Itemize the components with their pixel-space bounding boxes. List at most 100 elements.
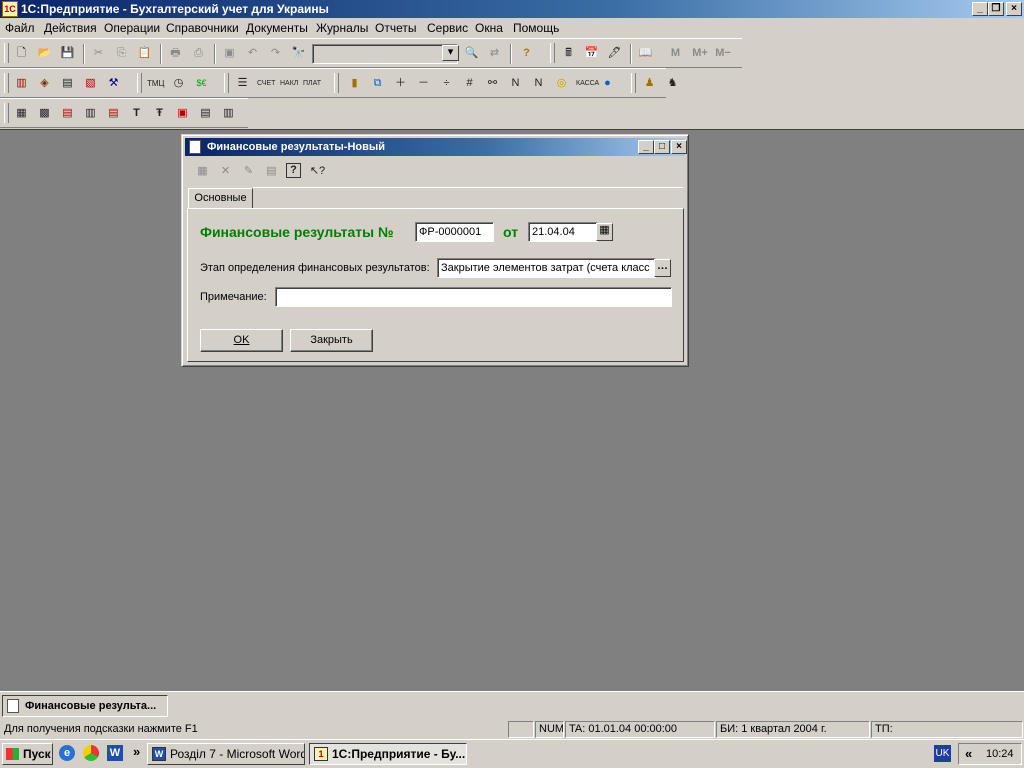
mdi-window-tab[interactable]: Финансовые результа... — [2, 695, 168, 717]
combo-dropdown-button[interactable]: ▾ — [442, 45, 459, 61]
open-folder-icon[interactable]: 📂 — [36, 45, 53, 62]
report-card-icon[interactable]: ▣ — [174, 105, 191, 122]
tmc-icon[interactable]: ТМЦ — [147, 75, 164, 92]
report-chart-icon[interactable]: ▥ — [220, 105, 237, 122]
dialog-title-bar[interactable]: Финансовые результаты-Новый _ □ × — [185, 138, 687, 156]
calendar-picker-button[interactable]: ▦ — [596, 223, 613, 241]
split-icon[interactable]: ÷ — [438, 75, 455, 92]
calculator-icon[interactable]: 🖩 — [560, 45, 577, 62]
coins-icon[interactable]: ◎ — [553, 75, 570, 92]
ok-button[interactable]: OK — [200, 329, 283, 352]
media-player-icon[interactable] — [83, 745, 99, 761]
menu-reports[interactable]: Отчеты — [375, 21, 416, 35]
documents-journal-icon[interactable]: ▧ — [82, 75, 99, 92]
start-button[interactable]: Пуск — [2, 743, 53, 765]
tab-main[interactable]: Основные — [188, 188, 253, 209]
menu-help[interactable]: Помощь — [513, 21, 559, 35]
close-button[interactable]: × — [1006, 2, 1022, 16]
report-checker-icon[interactable]: ▩ — [36, 105, 53, 122]
menu-documents[interactable]: Документы — [246, 21, 308, 35]
link-icon[interactable]: ⚯ — [484, 75, 501, 92]
search-combobox[interactable] — [312, 44, 458, 64]
mark-icon[interactable]: Ν — [507, 75, 524, 92]
dialog-form-icon[interactable]: ▤ — [263, 163, 280, 180]
operations-journal-icon[interactable]: ◈ — [36, 75, 53, 92]
menu-operations[interactable]: Операции — [104, 21, 160, 35]
payment-icon[interactable]: ПЛАТ — [303, 75, 321, 92]
toolbar-grip[interactable] — [137, 73, 142, 93]
menu-file[interactable]: Файл — [5, 21, 35, 35]
copy-icon[interactable]: ⎘ — [113, 45, 130, 62]
tray-expand-button[interactable]: « — [965, 746, 972, 761]
report-t-icon[interactable]: T — [128, 105, 145, 122]
close-dialog-button[interactable]: Закрыть — [290, 329, 373, 352]
people-icon[interactable]: ♞ — [664, 75, 681, 92]
replace-icon[interactable]: ⇄ — [486, 45, 503, 62]
help-icon[interactable]: ? — [518, 45, 535, 62]
stage-field[interactable]: Закрытие элементов затрат (счета класс — [437, 258, 656, 278]
toolbar-grip[interactable] — [224, 73, 229, 93]
quicklaunch-more[interactable]: » — [133, 744, 140, 759]
globe-icon[interactable]: ● — [599, 75, 616, 92]
book-stack-icon[interactable]: ▮ — [346, 75, 363, 92]
word-icon[interactable]: W — [107, 745, 123, 761]
entries-journal-icon[interactable]: ▤ — [59, 75, 76, 92]
stage-select-button[interactable]: … — [654, 259, 671, 277]
save-icon[interactable]: 💾 — [59, 45, 76, 62]
report-lines-icon[interactable]: ▤ — [105, 105, 122, 122]
dialog-close-button[interactable]: × — [671, 140, 687, 154]
doc-date-field[interactable]: 21.04.04 — [528, 222, 598, 242]
toolbar-grip[interactable] — [4, 73, 9, 93]
toolbar-grip[interactable] — [4, 103, 9, 123]
context-help-icon[interactable]: ↖? — [309, 163, 326, 180]
menu-actions[interactable]: Действия — [44, 21, 97, 35]
dialog-help-icon[interactable]: ? — [286, 163, 301, 178]
dialog-delete-icon[interactable]: ✕ — [217, 163, 234, 180]
language-indicator[interactable]: UK — [934, 745, 951, 762]
cash-register-icon[interactable]: КАССА — [576, 75, 599, 92]
calendar-icon[interactable]: 📅 — [583, 45, 600, 62]
memory-button[interactable]: M — [667, 45, 684, 62]
paste-icon[interactable]: 📋 — [136, 45, 153, 62]
toolbar-grip[interactable] — [550, 43, 555, 63]
menu-windows[interactable]: Окна — [475, 21, 503, 35]
currency-icon[interactable]: $€ — [193, 75, 210, 92]
menu-catalogs[interactable]: Справочники — [166, 21, 239, 35]
memory-minus-button[interactable]: M− — [713, 45, 733, 62]
report-red-icon[interactable]: ▤ — [59, 105, 76, 122]
note-field[interactable] — [275, 287, 672, 307]
person-icon[interactable]: ♟ — [641, 75, 658, 92]
window-icon[interactable]: ▣ — [221, 45, 238, 62]
app-1c-icon[interactable]: 1С — [2, 1, 18, 17]
minimize-button[interactable]: _ — [972, 2, 988, 16]
doc-number-field[interactable]: ФР-0000001 — [415, 222, 494, 242]
grid-icon[interactable]: # — [461, 75, 478, 92]
double-mark-icon[interactable]: Ν — [530, 75, 547, 92]
menu-service[interactable]: Сервис — [427, 21, 468, 35]
find-next-icon[interactable]: 🔍 — [463, 45, 480, 62]
clock-icon[interactable]: ◷ — [170, 75, 187, 92]
cut-icon[interactable]: ✂ — [90, 45, 107, 62]
list-icon[interactable]: ☰ — [234, 75, 251, 92]
report-grid-icon[interactable]: ▦ — [13, 105, 30, 122]
internet-explorer-icon[interactable]: e — [59, 745, 75, 761]
book-icon[interactable]: 📖 — [637, 45, 654, 62]
dialog-save-icon[interactable]: ▦ — [194, 163, 211, 180]
task-1c[interactable]: 1 1С:Предприятие - Бу... — [309, 743, 467, 765]
report-doc-icon[interactable]: ▤ — [197, 105, 214, 122]
undo-icon[interactable]: ↶ — [244, 45, 261, 62]
toolbar-grip[interactable] — [4, 43, 9, 63]
menu-journals[interactable]: Журналы — [316, 21, 368, 35]
print-icon[interactable]: 🖶 — [167, 45, 184, 62]
text-editor-icon[interactable]: 🖊 — [606, 45, 623, 62]
dialog-minimize-button[interactable]: _ — [638, 140, 654, 154]
redo-icon[interactable]: ↷ — [267, 45, 284, 62]
find-icon[interactable]: 🔭 — [290, 45, 307, 62]
remove-icon[interactable]: － — [415, 75, 432, 92]
report-t2-icon[interactable]: Ŧ — [151, 105, 168, 122]
preview-icon[interactable]: ⎙ — [190, 45, 207, 62]
toolbar-grip[interactable] — [631, 73, 636, 93]
memory-plus-button[interactable]: M+ — [690, 45, 710, 62]
report-split-icon[interactable]: ▥ — [82, 105, 99, 122]
copy-doc-icon[interactable]: ⧉ — [369, 75, 386, 92]
